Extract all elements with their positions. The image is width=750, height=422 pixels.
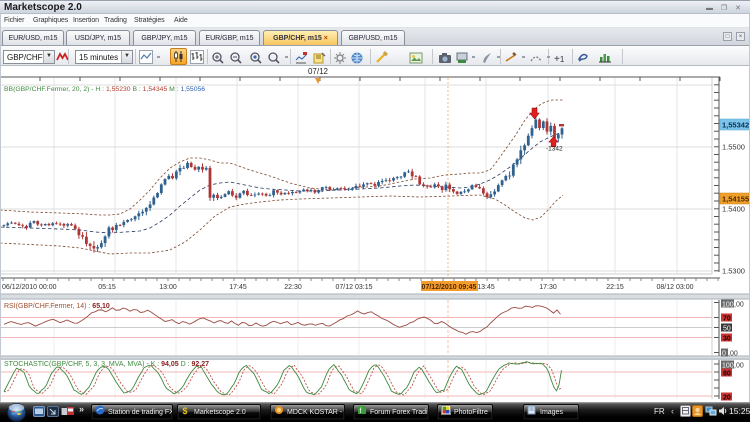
svg-text:100: 100	[722, 302, 734, 309]
svg-text:0: 0	[722, 351, 726, 358]
svg-text:22:30: 22:30	[284, 284, 302, 291]
svg-text:$: $	[183, 406, 188, 415]
svg-text:STOCHASTIC(GBP/CHF, 5, 3, 3, M: STOCHASTIC(GBP/CHF, 5, 3, 3, MVA, MVA) -…	[4, 361, 209, 368]
svg-text:70: 70	[723, 316, 731, 323]
svg-text:22:15: 22:15	[606, 284, 624, 291]
svg-text:20: 20	[723, 395, 731, 402]
svg-text:100: 100	[722, 363, 734, 370]
svg-text:,00: ,00	[734, 363, 744, 370]
svg-text:RSI(GBP/CHF.Fermer, 14) : 65,1: RSI(GBP/CHF.Fermer, 14) : 65,10	[4, 303, 110, 310]
svg-text:50: 50	[723, 326, 731, 333]
svg-text:80: 80	[723, 371, 731, 378]
svg-text:06/12/2010 00:00: 06/12/2010 00:00	[2, 284, 57, 291]
svg-text:-1342: -1342	[546, 146, 563, 153]
svg-text:1.5400: 1.5400	[722, 205, 745, 214]
svg-text:1.5500: 1.5500	[722, 143, 745, 152]
svg-text:+1: +1	[554, 54, 565, 65]
svg-text:BB(GBP/CHF.Fermer, 20, 2) - H: BB(GBP/CHF.Fermer, 20, 2) - H : 1,55230 …	[4, 86, 205, 93]
svg-text:05:15: 05:15	[98, 284, 116, 291]
svg-text:1.5300: 1.5300	[722, 267, 745, 276]
svg-text:30: 30	[723, 336, 731, 343]
svg-text:07/12: 07/12	[308, 67, 329, 76]
svg-text:17:45: 17:45	[229, 284, 247, 291]
svg-text:,00: ,00	[728, 351, 738, 358]
svg-text:08/12 03:00: 08/12 03:00	[657, 284, 694, 291]
svg-text:1,55342: 1,55342	[722, 121, 749, 130]
svg-text:,00: ,00	[734, 302, 744, 309]
svg-text:1,54155: 1,54155	[722, 195, 749, 204]
svg-text:f: f	[360, 408, 362, 415]
svg-text:13:00: 13:00	[159, 284, 177, 291]
svg-text:07/12/2010 09:45: 07/12/2010 09:45	[422, 284, 477, 291]
svg-text:07/12 03:15: 07/12 03:15	[336, 284, 373, 291]
svg-text:13:45: 13:45	[477, 284, 495, 291]
svg-text:17:30: 17:30	[539, 284, 557, 291]
